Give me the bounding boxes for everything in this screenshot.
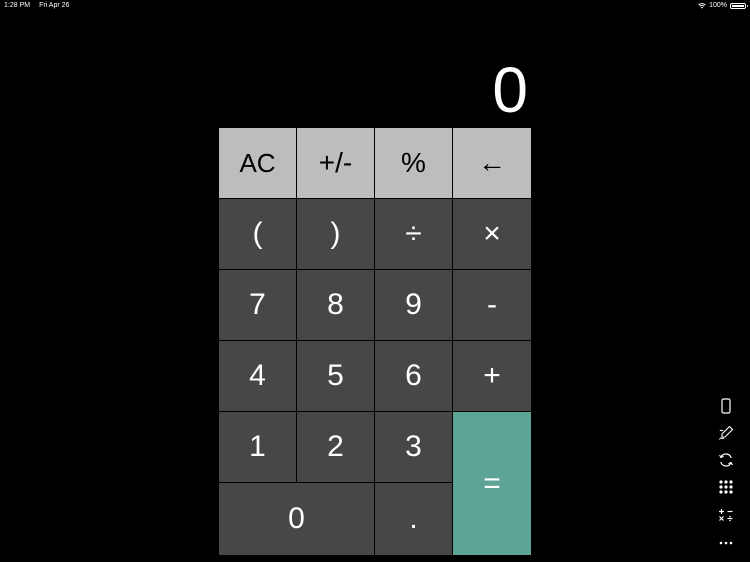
- status-date: Fri Apr 26: [39, 2, 70, 9]
- percent-button[interactable]: %: [375, 128, 453, 199]
- backspace-button[interactable]: ←: [453, 128, 532, 199]
- refresh-icon[interactable]: [713, 450, 739, 470]
- clear-button[interactable]: AC: [219, 128, 297, 199]
- more-icon[interactable]: [713, 533, 739, 553]
- plus-button[interactable]: +: [453, 341, 532, 412]
- plus-minus-button[interactable]: +/-: [297, 128, 375, 199]
- digit-0-button[interactable]: 0: [219, 483, 375, 556]
- status-time: 1:28 PM: [4, 2, 31, 9]
- digit-9-button[interactable]: 9: [375, 270, 453, 341]
- side-toolbar: [713, 396, 739, 556]
- decimal-button[interactable]: .: [375, 483, 453, 556]
- keypad-grid-icon[interactable]: [713, 477, 739, 497]
- digit-5-button[interactable]: 5: [297, 341, 375, 412]
- status-right: 100%: [698, 2, 748, 9]
- multiply-button[interactable]: ×: [453, 199, 532, 270]
- calculator-screen: 1:28 PM Fri Apr 26 100% 0 AC +/- % ← ( ): [0, 0, 750, 562]
- digit-8-button[interactable]: 8: [297, 270, 375, 341]
- phone-icon[interactable]: [713, 396, 739, 416]
- result-display: 0: [492, 54, 529, 126]
- status-bar: 1:28 PM Fri Apr 26 100%: [0, 0, 750, 12]
- battery-percent: 100%: [709, 2, 727, 9]
- equals-button[interactable]: =: [453, 412, 532, 556]
- minus-button[interactable]: -: [453, 270, 532, 341]
- battery-icon: [730, 2, 748, 9]
- digit-1-button[interactable]: 1: [219, 412, 297, 483]
- digit-2-button[interactable]: 2: [297, 412, 375, 483]
- digit-6-button[interactable]: 6: [375, 341, 453, 412]
- keypad: AC +/- % ← ( ) ÷ × 7 8 9 - 4 5 6 + 1 2 3…: [219, 128, 532, 556]
- wifi-icon: [698, 2, 706, 9]
- divide-button[interactable]: ÷: [375, 199, 453, 270]
- close-paren-button[interactable]: ): [297, 199, 375, 270]
- operators-icon[interactable]: [713, 505, 739, 525]
- status-left: 1:28 PM Fri Apr 26: [4, 2, 69, 9]
- pen-icon[interactable]: [713, 423, 739, 443]
- open-paren-button[interactable]: (: [219, 199, 297, 270]
- digit-4-button[interactable]: 4: [219, 341, 297, 412]
- digit-3-button[interactable]: 3: [375, 412, 453, 483]
- digit-7-button[interactable]: 7: [219, 270, 297, 341]
